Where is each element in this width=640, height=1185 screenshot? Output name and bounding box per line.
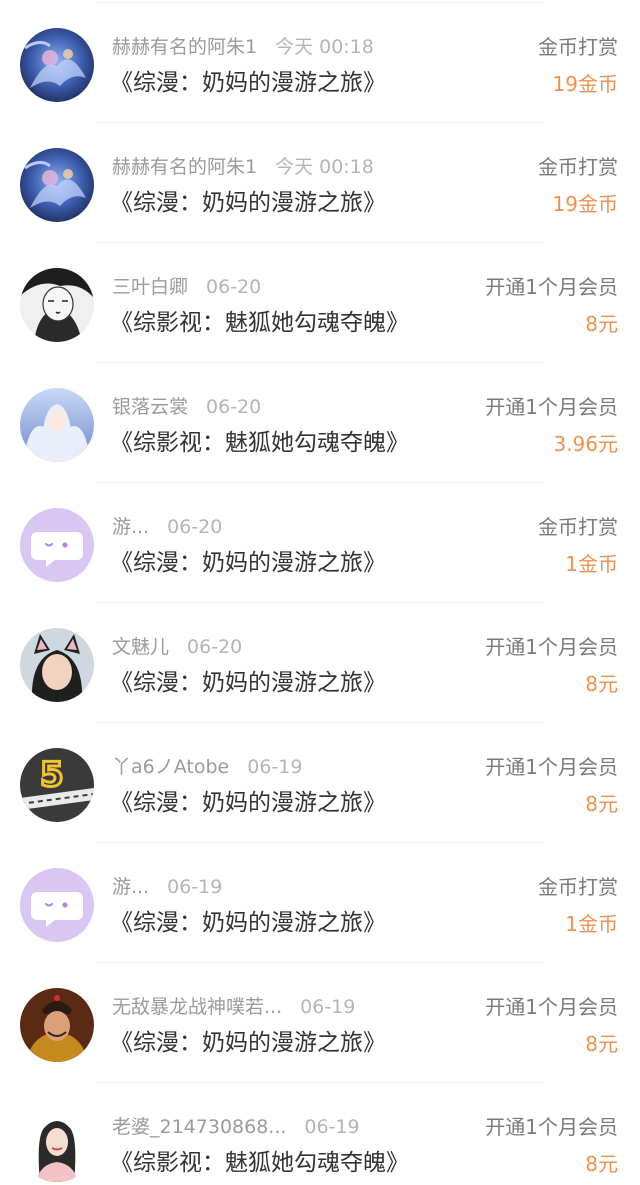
user-name[interactable]: 老婆_214730868... (112, 1116, 286, 1138)
transaction-list: 赫赫有名的阿朱1 今天 00:18 《综漫：奶妈的漫游之旅》 金币打赏 19金币 赫赫有… (0, 0, 640, 1185)
illustrated-woman-avatar (20, 1108, 94, 1182)
user-info: 赫赫有名的阿朱1 今天 00:18 (112, 34, 374, 60)
user-name[interactable]: 文魅儿 (112, 636, 169, 658)
transaction-type: 开通1个月会员 (485, 635, 618, 659)
fantasy-art-avatar (20, 148, 94, 222)
user-info: 无敌暴龙战神噗若... 06-19 (112, 994, 355, 1020)
transaction-amount: 1金币 (565, 552, 618, 576)
angel-girl-avatar (20, 388, 94, 462)
user-name[interactable]: 无敌暴龙战神噗若... (112, 996, 282, 1018)
timestamp: 今天 00:18 (275, 156, 374, 178)
avatar[interactable] (20, 268, 94, 342)
transaction-amount: 8元 (585, 312, 618, 336)
list-item[interactable]: 文魅儿 06-20 《综漫：奶妈的漫游之旅》 开通1个月会员 8元 (0, 603, 640, 723)
list-item[interactable]: 无敌暴龙战神噗若... 06-19 《综漫：奶妈的漫游之旅》 开通1个月会员 8元 (0, 963, 640, 1083)
transaction-amount: 1金币 (565, 912, 618, 936)
user-name[interactable]: 三叶白卿 (112, 276, 188, 298)
transaction-amount: 8元 (585, 792, 618, 816)
transaction-type: 金币打赏 (538, 155, 618, 179)
sketch-portrait-avatar (20, 268, 94, 342)
avatar[interactable] (20, 148, 94, 222)
list-item[interactable]: 5 丫a6ノAtobe 06-19 《综漫：奶妈的漫游之旅》 开通1个月会员 8元 (0, 723, 640, 843)
user-name[interactable]: 游... (112, 876, 149, 898)
user-info: 文魅儿 06-20 (112, 634, 242, 660)
book-title[interactable]: 《综影视：魅狐她勾魂夺魄》 (110, 426, 409, 460)
chat-bubble-avatar (20, 868, 94, 942)
book-title[interactable]: 《综漫：奶妈的漫游之旅》 (110, 666, 386, 700)
user-info: 游... 06-19 (112, 874, 222, 900)
user-info: 丫a6ノAtobe 06-19 (112, 754, 302, 780)
user-info: 三叶白卿 06-20 (112, 274, 261, 300)
user-name[interactable]: 赫赫有名的阿朱1 (112, 156, 257, 178)
transaction-amount: 19金币 (552, 72, 618, 96)
chat-bubble-avatar (20, 508, 94, 582)
list-item[interactable]: 赫赫有名的阿朱1 今天 00:18 《综漫：奶妈的漫游之旅》 金币打赏 19金币 (0, 3, 640, 123)
avatar[interactable] (20, 388, 94, 462)
transaction-type: 开通1个月会员 (485, 1115, 618, 1139)
avatar[interactable] (20, 1108, 94, 1182)
user-name[interactable]: 赫赫有名的阿朱1 (112, 36, 257, 58)
emperor-costume-avatar (20, 988, 94, 1062)
avatar[interactable] (20, 508, 94, 582)
transaction-amount: 3.96元 (553, 432, 618, 456)
book-title[interactable]: 《综漫：奶妈的漫游之旅》 (110, 186, 386, 220)
transaction-type: 金币打赏 (538, 35, 618, 59)
transaction-type: 金币打赏 (538, 875, 618, 899)
user-info: 赫赫有名的阿朱1 今天 00:18 (112, 154, 374, 180)
transaction-amount: 8元 (585, 1032, 618, 1056)
number-five-road-avatar: 5 (20, 748, 94, 822)
transaction-amount: 8元 (585, 1152, 618, 1176)
avatar[interactable] (20, 868, 94, 942)
book-title[interactable]: 《综漫：奶妈的漫游之旅》 (110, 1026, 386, 1060)
timestamp: 今天 00:18 (275, 36, 374, 58)
avatar[interactable] (20, 628, 94, 702)
timestamp: 06-19 (304, 1116, 360, 1138)
book-title[interactable]: 《综漫：奶妈的漫游之旅》 (110, 786, 386, 820)
user-info: 银落云裳 06-20 (112, 394, 261, 420)
user-name[interactable]: 丫a6ノAtobe (112, 756, 229, 778)
cat-ears-photo-avatar (20, 628, 94, 702)
list-item[interactable]: 赫赫有名的阿朱1 今天 00:18 《综漫：奶妈的漫游之旅》 金币打赏 19金币 (0, 123, 640, 243)
timestamp: 06-20 (206, 276, 262, 298)
book-title[interactable]: 《综影视：魅狐她勾魂夺魄》 (110, 1146, 409, 1180)
transaction-type: 金币打赏 (538, 515, 618, 539)
list-item[interactable]: 老婆_214730868... 06-19 《综影视：魅狐她勾魂夺魄》 开通1个月会员… (0, 1083, 640, 1185)
transaction-type: 开通1个月会员 (485, 755, 618, 779)
avatar[interactable] (20, 28, 94, 102)
timestamp: 06-20 (167, 516, 223, 538)
avatar[interactable]: 5 (20, 748, 94, 822)
user-info: 老婆_214730868... 06-19 (112, 1114, 360, 1140)
transaction-type: 开通1个月会员 (485, 995, 618, 1019)
timestamp: 06-19 (300, 996, 356, 1018)
user-info: 游... 06-20 (112, 514, 222, 540)
transaction-type: 开通1个月会员 (485, 275, 618, 299)
timestamp: 06-20 (206, 396, 262, 418)
list-item[interactable]: 三叶白卿 06-20 《综影视：魅狐她勾魂夺魄》 开通1个月会员 8元 (0, 243, 640, 363)
book-title[interactable]: 《综漫：奶妈的漫游之旅》 (110, 546, 386, 580)
avatar[interactable] (20, 988, 94, 1062)
transaction-amount: 19金币 (552, 192, 618, 216)
transaction-amount: 8元 (585, 672, 618, 696)
fantasy-art-avatar (20, 28, 94, 102)
list-item[interactable]: 游... 06-20 《综漫：奶妈的漫游之旅》 金币打赏 1金币 (0, 483, 640, 603)
book-title[interactable]: 《综影视：魅狐她勾魂夺魄》 (110, 306, 409, 340)
svg-text:5: 5 (40, 755, 64, 795)
timestamp: 06-19 (247, 756, 303, 778)
book-title[interactable]: 《综漫：奶妈的漫游之旅》 (110, 906, 386, 940)
list-item[interactable]: 银落云裳 06-20 《综影视：魅狐她勾魂夺魄》 开通1个月会员 3.96元 (0, 363, 640, 483)
timestamp: 06-19 (167, 876, 223, 898)
book-title[interactable]: 《综漫：奶妈的漫游之旅》 (110, 66, 386, 100)
timestamp: 06-20 (187, 636, 243, 658)
list-item[interactable]: 游... 06-19 《综漫：奶妈的漫游之旅》 金币打赏 1金币 (0, 843, 640, 963)
transaction-type: 开通1个月会员 (485, 395, 618, 419)
user-name[interactable]: 游... (112, 516, 149, 538)
user-name[interactable]: 银落云裳 (112, 396, 188, 418)
